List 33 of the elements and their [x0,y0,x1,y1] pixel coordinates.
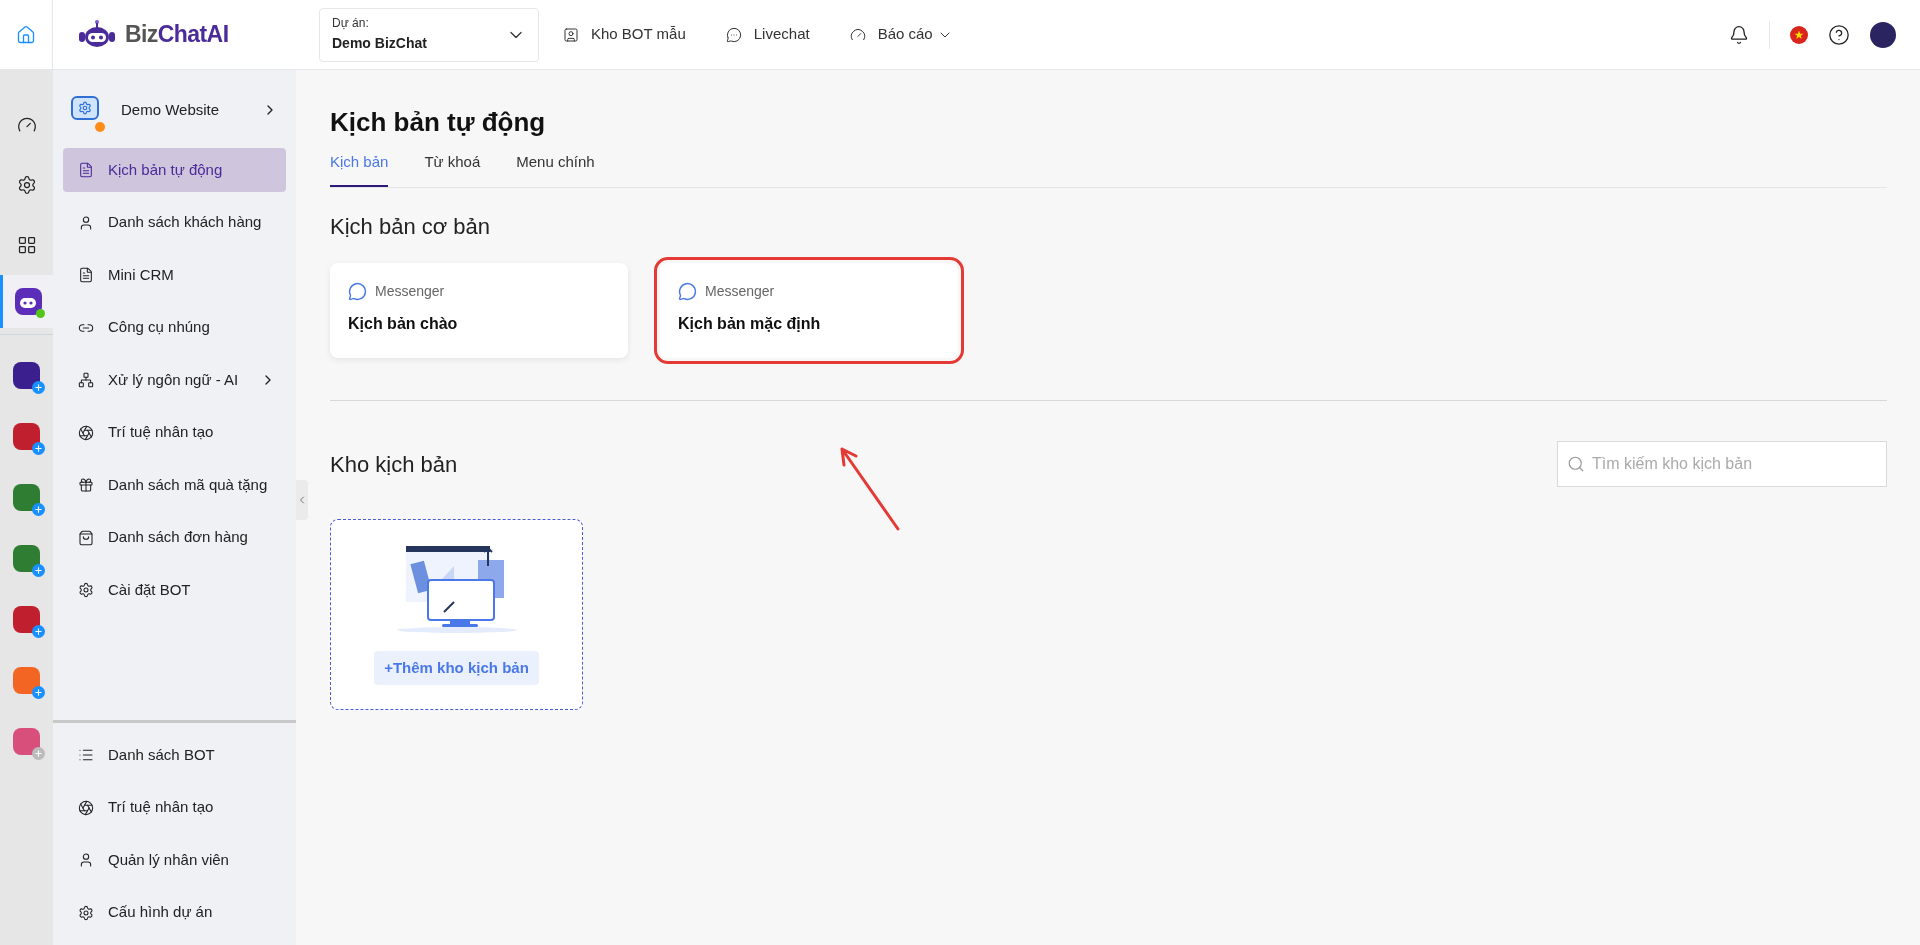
search-field[interactable]: Tìm kiếm kho kịch bản [1557,441,1887,487]
section-title: Kịch bản cơ bản [330,213,491,241]
sidebar-item[interactable]: Mini CRM [63,253,286,297]
sidebar-item[interactable]: Kịch bản tự động [63,148,286,192]
add-library-card[interactable]: +Thêm kho kịch bản [330,519,583,710]
sidebar-item[interactable]: Công cụ nhúng [63,305,286,350]
channel-label: Messenger [705,282,775,301]
sidebar-item[interactable]: Danh sách đơn hàng [63,515,286,560]
sidebar-item[interactable]: Danh sách BOT [63,733,286,777]
project-selector[interactable]: Dự án: Demo BizChat [319,7,539,62]
nav-link[interactable]: Livechat [725,23,810,46]
script-name: Kịch bản chào [348,314,459,334]
sidebar-item[interactable]: Trí tuệ nhân tạo [63,785,286,830]
bot-name[interactable]: Demo Website [121,98,220,122]
sidebar-item[interactable]: Xử lý ngôn ngữ - AI [63,358,286,402]
sidebar-item[interactable]: Cấu hình dự án [63,890,286,935]
sidebar-item[interactable]: Trí tuệ nhân tạo [63,410,286,455]
add-library-button[interactable]: +Thêm kho kịch bản [374,651,539,685]
channel-label: Messenger [375,282,445,301]
sidebar-item[interactable]: Quản lý nhân viên [63,838,286,882]
page-title: Kịch bản tự động [330,106,547,139]
brand-logo-text: BizChatAI [125,20,229,50]
nav-link[interactable]: Kho BOT mẫu [563,23,686,46]
sidebar-item[interactable]: Cài đặt BOT [63,568,286,612]
script-name: Kịch bản mặc định [678,314,822,334]
tab[interactable]: Từ khoá [424,150,481,187]
sidebar-item[interactable]: Danh sách khách hàng [63,200,286,245]
nav-link[interactable]: Báo cáo [849,23,953,46]
tab[interactable]: Kịch bản [330,150,389,187]
script-card[interactable]: Messenger Kịch bản chào [330,263,628,358]
tab[interactable]: Menu chính [516,150,595,187]
sidebar-item[interactable]: Danh sách mã quà tặng [63,463,286,507]
section-title: Kho kịch bản [330,450,458,479]
